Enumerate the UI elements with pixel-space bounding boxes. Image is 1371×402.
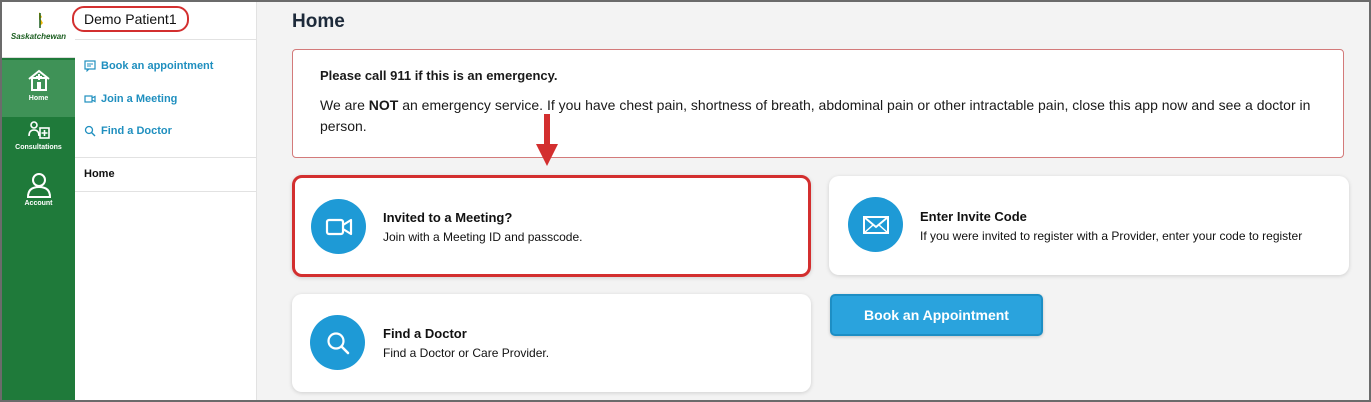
card-subtitle: Find a Doctor or Care Provider.: [383, 346, 550, 360]
wheat-logo-icon: [39, 12, 43, 28]
home-icon: [27, 69, 50, 91]
nav-link-label: Book an appointment: [101, 60, 214, 72]
main-content: Home Please call 911 if this is an emerg…: [257, 2, 1369, 400]
brand-logo[interactable]: Saskatchewan: [2, 2, 75, 58]
nav-find-doctor[interactable]: Find a Doctor: [84, 122, 172, 140]
video-icon: [84, 95, 96, 103]
video-camera-icon: [311, 199, 366, 254]
card-invited-meeting[interactable]: Invited to a Meeting? Join with a Meetin…: [292, 175, 811, 277]
nav-book-appointment[interactable]: Book an appointment: [84, 57, 213, 75]
rail-item-consultations[interactable]: Consultations: [2, 120, 75, 160]
account-icon: [26, 173, 51, 198]
page-title: Home: [292, 11, 345, 32]
alert-body-suffix: an emergency service. If you have chest …: [320, 97, 1311, 134]
nav-join-meeting[interactable]: Join a Meeting: [84, 90, 177, 108]
card-invite-code[interactable]: Enter Invite Code If you were invited to…: [829, 176, 1349, 275]
alert-body-prefix: We are: [320, 97, 369, 113]
search-icon: [84, 125, 96, 137]
rail-item-home[interactable]: Home: [2, 60, 75, 117]
calendar-chat-icon: [84, 60, 96, 72]
alert-body-emphasis: NOT: [368, 97, 399, 113]
nav-link-label: Find a Doctor: [101, 125, 172, 137]
nav-home[interactable]: Home: [75, 157, 257, 192]
patient-name[interactable]: Demo Patient1: [72, 6, 189, 32]
rail-item-label: Home: [28, 95, 49, 102]
card-subtitle: Join with a Meeting ID and passcode.: [383, 230, 583, 244]
envelope-icon: [848, 197, 903, 252]
brand-name: Saskatchewan: [10, 32, 67, 41]
card-title: Invited to a Meeting?: [383, 210, 513, 225]
card-title: Find a Doctor: [383, 326, 467, 341]
search-icon: [310, 315, 365, 370]
card-find-doctor[interactable]: Find a Doctor Find a Doctor or Care Prov…: [292, 294, 811, 392]
secondary-nav: Demo Patient1 Book an appointment Join a…: [72, 2, 257, 400]
alert-title: Please call 911 if this is an emergency.: [320, 68, 558, 83]
consultations-icon: [27, 121, 50, 139]
nav-link-label: Join a Meeting: [101, 93, 178, 105]
red-arrow-annotation: [536, 114, 558, 166]
emergency-alert: Please call 911 if this is an emergency.…: [292, 49, 1344, 158]
app-window: Saskatchewan Home Consultations Account …: [0, 0, 1371, 402]
card-subtitle: If you were invited to register with a P…: [920, 229, 1303, 243]
rail-item-label: Account: [24, 200, 53, 207]
patient-header: Demo Patient1: [72, 2, 257, 40]
rail-item-label: Consultations: [15, 144, 62, 151]
book-appointment-button[interactable]: Book an Appointment: [830, 294, 1043, 336]
alert-body: We are NOT an emergency service. If you …: [320, 95, 1320, 137]
card-title: Enter Invite Code: [920, 209, 1027, 224]
rail-item-account[interactable]: Account: [2, 172, 75, 216]
side-rail: Saskatchewan Home Consultations Account: [2, 2, 75, 400]
